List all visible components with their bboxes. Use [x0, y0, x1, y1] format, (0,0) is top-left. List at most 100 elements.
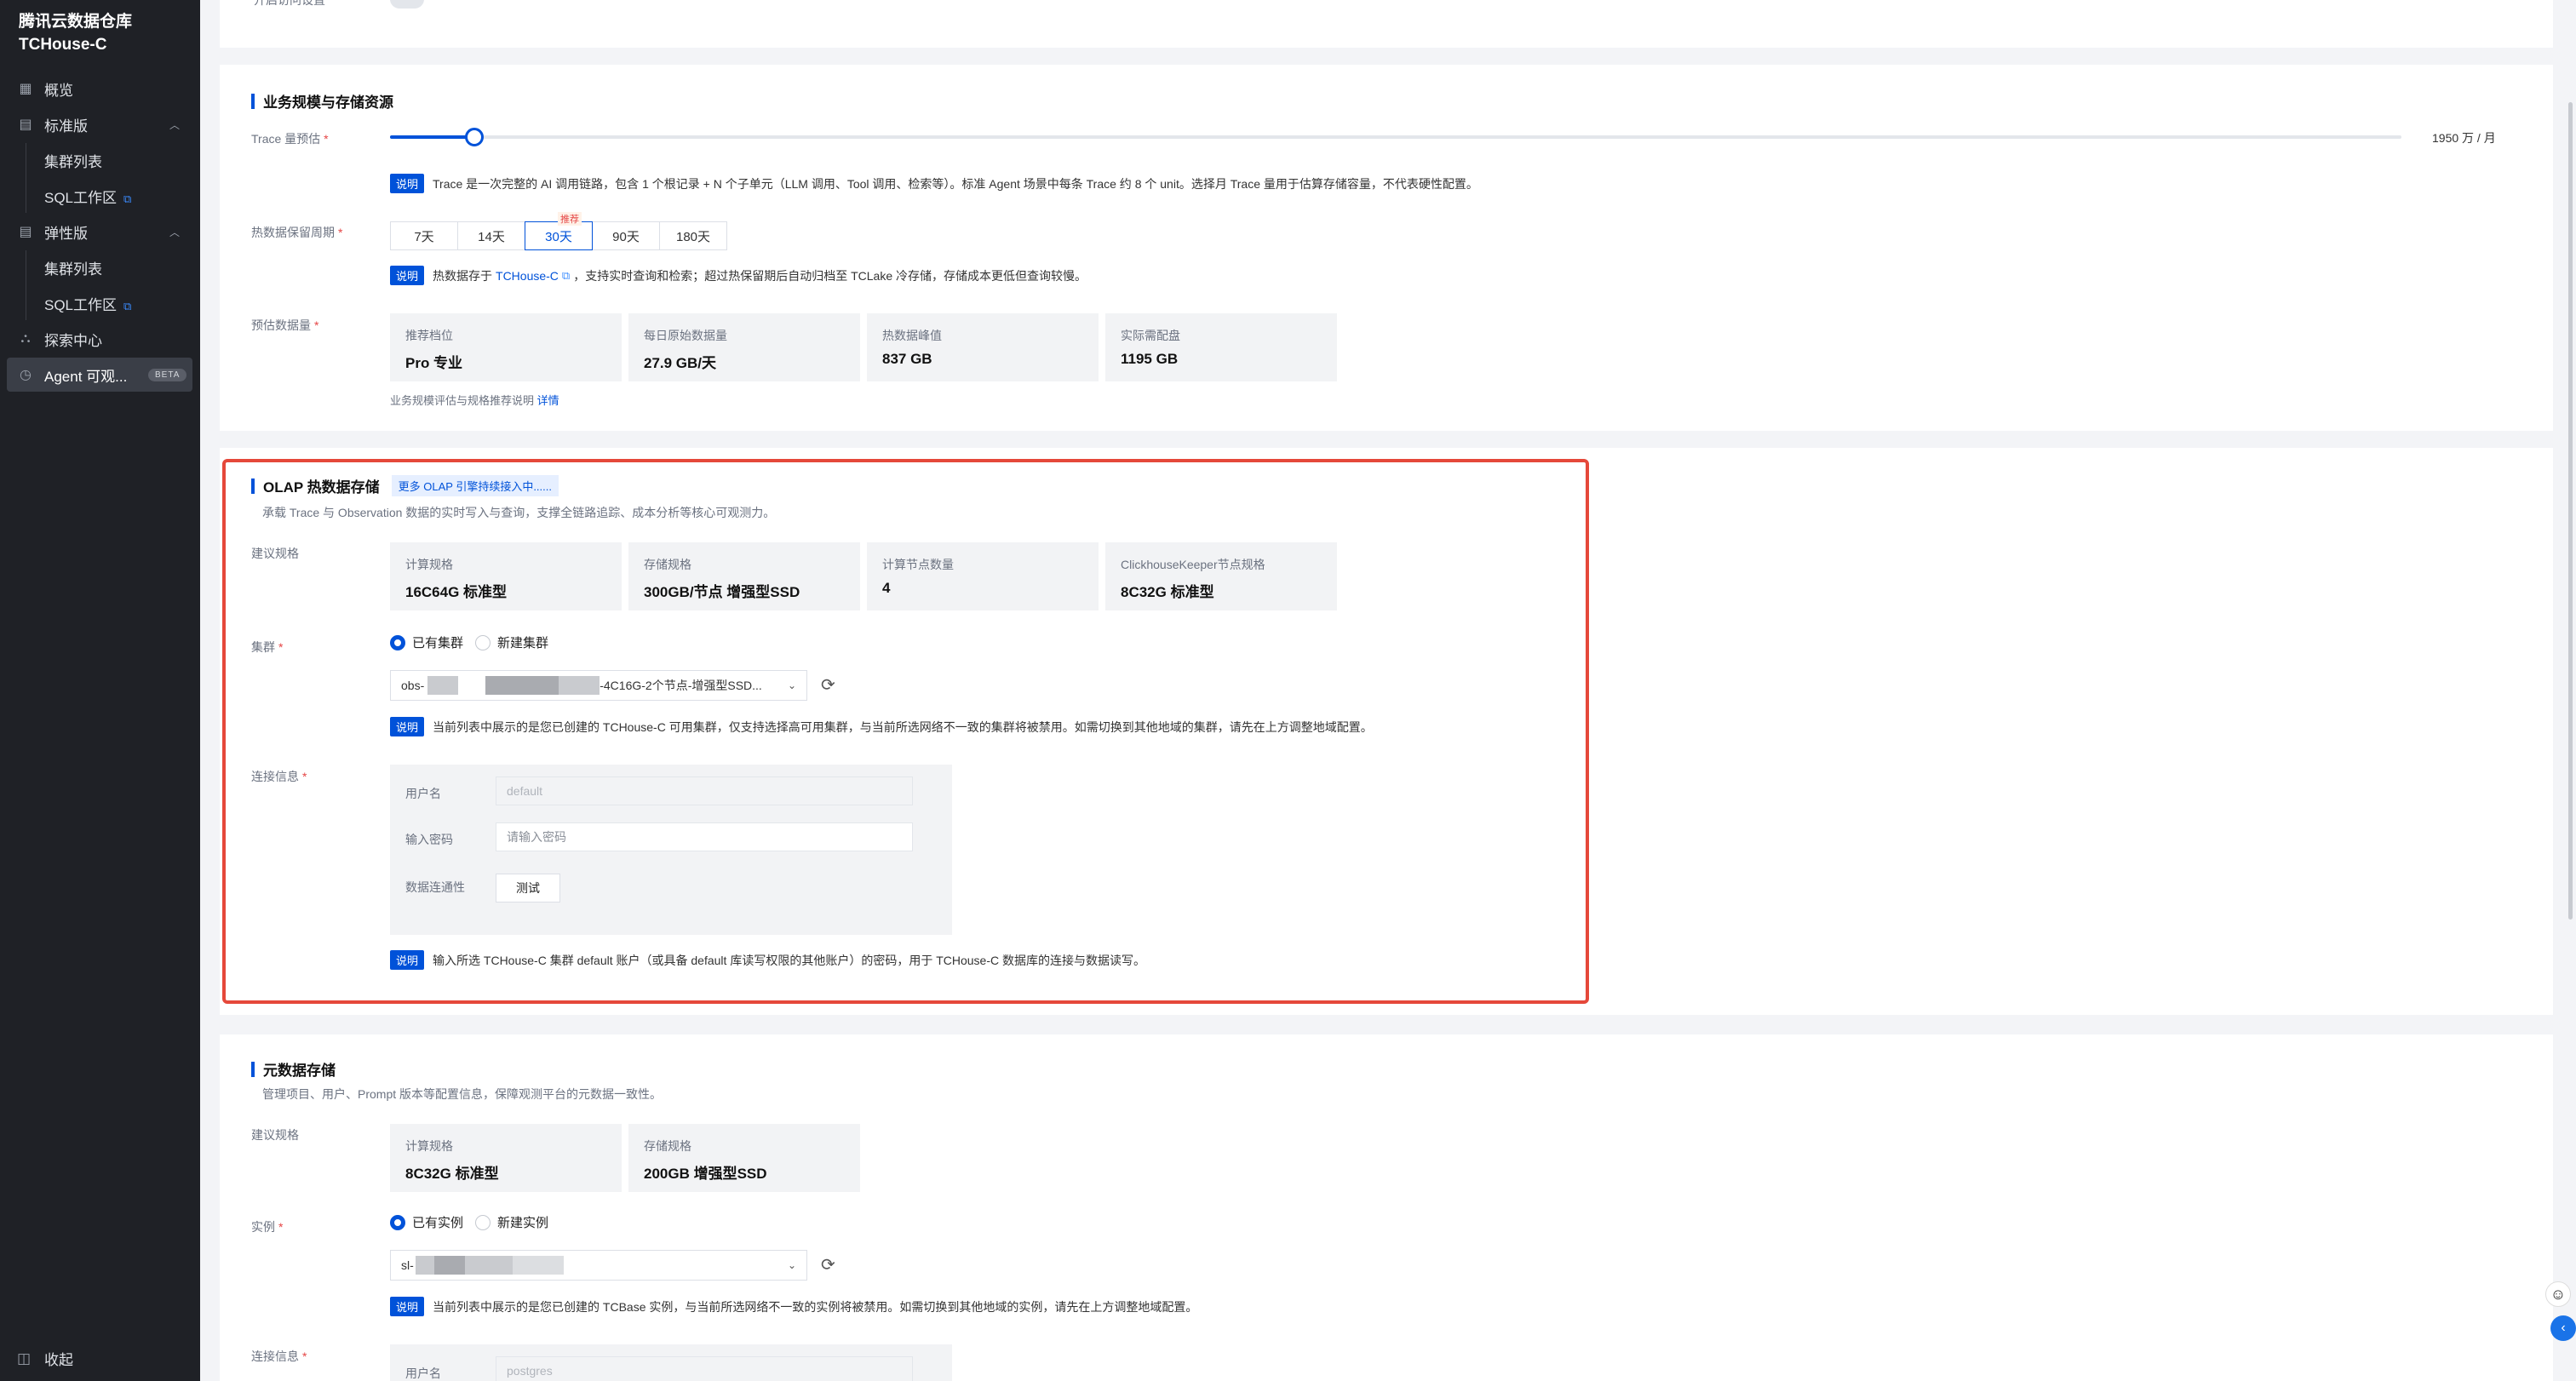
agent-icon: ◷: [20, 368, 32, 382]
sidebar-item-sql-workspace-elastic[interactable]: SQL工作区 ⧉: [0, 286, 200, 320]
note-tag: 说明: [390, 174, 425, 193]
external-link-icon: ⧉: [123, 299, 132, 312]
tchouse-link[interactable]: TCHouse-C: [496, 269, 559, 283]
details-link[interactable]: 详情: [537, 394, 559, 407]
stat-card: 实际需配盘 1195 GB: [1105, 313, 1337, 381]
retention-label: 热数据保留周期 *: [251, 226, 343, 239]
brand-title: 腾讯云数据仓库: [19, 13, 133, 31]
chevron-left-icon[interactable]: ‹: [2550, 1315, 2576, 1341]
spec-label: 建议规格: [251, 1128, 299, 1142]
sidebar-item-sql-workspace[interactable]: SQL工作区 ⧉: [0, 179, 200, 213]
brand: 腾讯云数据仓库 TCHouse-C: [19, 10, 132, 56]
retention-option-7[interactable]: 7天: [390, 221, 458, 250]
stat-value: Pro 专业: [405, 355, 463, 371]
radio-new-instance[interactable]: 新建实例: [475, 1213, 548, 1231]
sidebar-item-label: 弹性版: [44, 225, 88, 242]
beta-badge: BETA: [148, 368, 187, 381]
spec-value: 200GB 增强型SSD: [644, 1166, 767, 1182]
sidebar-item-overview[interactable]: ▦ 概览: [0, 72, 200, 106]
spec-value: 8C32G 标准型: [405, 1166, 499, 1182]
collapse-button[interactable]: ◫ 收起: [17, 1348, 73, 1369]
external-link-icon: ⧉: [123, 192, 132, 205]
trace-note: 说明 Trace 是一次完整的 AI 调用链路，包含 1 个根记录 + N 个子…: [390, 174, 1478, 193]
redacted-block: [512, 1256, 564, 1275]
assistant-avatar-icon[interactable]: ☺: [2545, 1281, 2571, 1307]
stat-key: 热数据峰值: [882, 329, 942, 342]
trace-slider-thumb[interactable]: [465, 128, 484, 146]
instance-note: 说明 当前列表中展示的是您已创建的 TCBase 实例，与当前所选网络不一致的实…: [390, 1297, 1197, 1316]
sidebar-item-label: 探索中心: [44, 332, 102, 349]
database-icon: ▤: [19, 117, 32, 132]
note-tag: 说明: [390, 266, 425, 285]
stat-value: 27.9 GB/天: [644, 355, 717, 371]
conn-box: 用户名 postgres: [390, 1344, 952, 1381]
instance-select[interactable]: sl- ⌄: [390, 1250, 807, 1281]
stat-card: 每日原始数据量 27.9 GB/天: [628, 313, 860, 381]
stat-card: 推荐档位 Pro 专业: [390, 313, 622, 381]
sidebar-item-elastic[interactable]: ▤ 弹性版 ︿: [0, 215, 200, 249]
stat-value: 1195 GB: [1121, 351, 1179, 367]
retention-option-90[interactable]: 90天: [592, 221, 660, 250]
chevron-down-icon: ⌄: [787, 1259, 796, 1271]
sidebar-item-label: Agent 可观...: [44, 368, 128, 385]
external-link-icon: ⧉: [561, 268, 571, 282]
sidebar-item-label: 标准版: [44, 117, 88, 135]
stat-key: 实际需配盘: [1121, 329, 1180, 342]
spec-card: 存储规格 200GB 增强型SSD: [628, 1124, 860, 1192]
sidebar-item-label: 概览: [44, 82, 73, 99]
section-title: 业务规模与存储资源: [251, 90, 393, 112]
collapse-label: 收起: [44, 1352, 73, 1368]
trace-slider-track[interactable]: [390, 135, 2401, 139]
stat-key: 每日原始数据量: [644, 329, 727, 342]
trace-value: 1950 万 / 月: [2432, 131, 2496, 145]
redacted-block: [464, 1256, 513, 1275]
trace-label: Trace 量预估 *: [251, 132, 329, 146]
access-label: 开启访问设置: [254, 0, 325, 7]
retention-option-14[interactable]: 14天: [457, 221, 525, 250]
database-icon: ▤: [19, 225, 32, 239]
access-card: 开启访问设置: [220, 0, 2553, 48]
recommended-badge: 推荐: [558, 212, 582, 226]
redacted-block: [415, 1256, 434, 1275]
radio-dot: [390, 1214, 405, 1230]
sidebar-item-cluster-list[interactable]: 集群列表: [0, 143, 200, 177]
sidebar-item-agent-observability[interactable]: ◷ Agent 可观... BETA: [7, 358, 192, 392]
sidebar: 腾讯云数据仓库 TCHouse-C ▦ 概览 ▤ 标准版 ︿ 集群列表 SQL工…: [0, 0, 200, 1381]
grid-icon: ▦: [19, 82, 32, 96]
explore-icon: ⛬: [20, 331, 31, 346]
spec-key: 存储规格: [644, 1139, 691, 1153]
collapse-icon: ◫: [17, 1349, 32, 1367]
meta-card: 元数据存储 管理项目、用户、Prompt 版本等配置信息，保障观测平台的元数据一…: [220, 1034, 2553, 1381]
business-card: 业务规模与存储资源 Trace 量预估 * 1950 万 / 月 说明 Trace…: [220, 65, 2553, 431]
access-toggle[interactable]: [390, 0, 424, 9]
refresh-icon[interactable]: ⟳: [821, 1254, 835, 1275]
sidebar-item-explore[interactable]: ⛬ 探索中心: [0, 322, 200, 356]
highlight-frame: [222, 459, 1589, 1004]
brand-product: TCHouse-C: [19, 36, 107, 54]
meta-desc: 管理项目、用户、Prompt 版本等配置信息，保障观测平台的元数据一致性。: [262, 1087, 663, 1101]
note-tag: 说明: [390, 1297, 425, 1316]
radio-existing-instance[interactable]: 已有实例: [390, 1213, 463, 1231]
retention-option-30[interactable]: 30天 推荐: [525, 212, 593, 250]
retention-segmented: 7天 14天 30天 推荐 90天 180天: [390, 212, 727, 250]
sidebar-item-standard[interactable]: ▤ 标准版 ︿: [0, 107, 200, 141]
user-label: 用户名: [405, 1367, 441, 1380]
trace-note-text: Trace 是一次完整的 AI 调用链路，包含 1 个根记录 + N 个子单元（…: [433, 176, 1478, 191]
estimate-hint: 业务规模评估与规格推荐说明 详情: [390, 394, 559, 407]
spec-key: 计算规格: [405, 1139, 453, 1153]
stat-key: 推荐档位: [405, 329, 453, 342]
sidebar-item-label: 集群列表: [44, 261, 102, 278]
chevron-up-icon: ︿: [169, 226, 180, 238]
instance-label: 实例 *: [251, 1220, 284, 1234]
scrollbar[interactable]: [2568, 102, 2573, 920]
spec-card: 计算规格 8C32G 标准型: [390, 1124, 622, 1192]
section-title: 元数据存储: [251, 1058, 336, 1080]
radio-dot: [475, 1214, 491, 1230]
redacted-block: [433, 1256, 465, 1275]
trace-slider-fill: [390, 135, 474, 139]
username-input[interactable]: postgres: [496, 1356, 913, 1381]
retention-note: 说明 热数据存于 TCHouse-C ⧉ ，支持实时查询和检索；超过热保留期后自…: [390, 266, 1087, 285]
retention-option-180[interactable]: 180天: [659, 221, 727, 250]
stat-card: 热数据峰值 837 GB: [867, 313, 1099, 381]
sidebar-item-cluster-list-elastic[interactable]: 集群列表: [0, 250, 200, 284]
